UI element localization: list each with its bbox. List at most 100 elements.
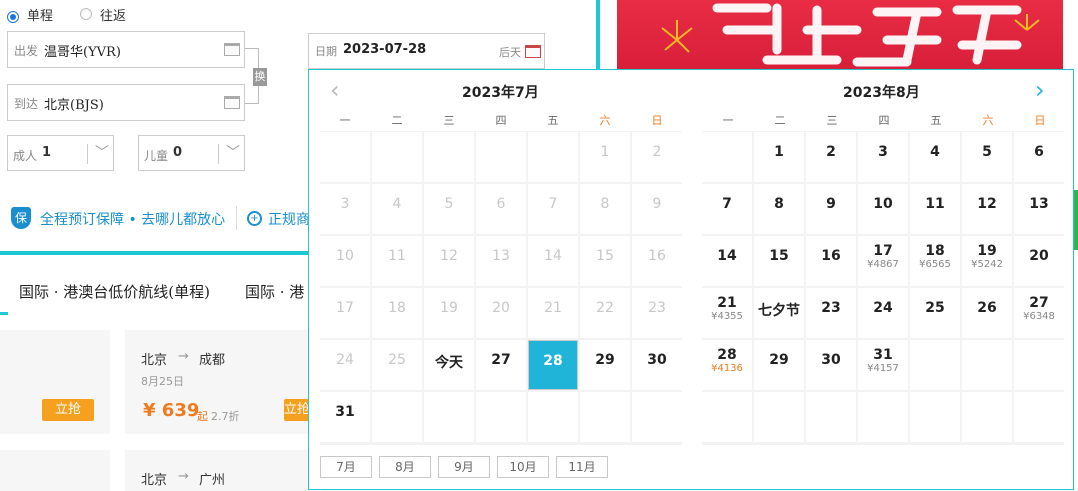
route-from: 北京 bbox=[141, 473, 168, 488]
day-cell[interactable]: 19 ¥5242 bbox=[962, 236, 1012, 286]
day-number: 3 bbox=[878, 144, 888, 160]
side-tab[interactable] bbox=[1074, 190, 1078, 250]
day-cell: 7 bbox=[528, 184, 578, 234]
prev-month-arrow[interactable]: ‹ bbox=[330, 78, 340, 102]
day-cell[interactable]: 29 bbox=[754, 340, 804, 390]
empty-cell bbox=[424, 392, 474, 442]
from-field[interactable]: 出发 温哥华(YVR) bbox=[7, 31, 245, 68]
section-divider bbox=[596, 0, 600, 69]
month-shortcut-button[interactable]: 10月 bbox=[497, 456, 549, 478]
city-list-icon[interactable] bbox=[224, 96, 240, 109]
roundtrip-label[interactable]: 往返 bbox=[100, 5, 126, 24]
day-cell[interactable]: 16 bbox=[806, 236, 856, 286]
day-price: ¥4136 bbox=[711, 363, 743, 374]
divider bbox=[218, 144, 219, 164]
day-cell[interactable]: 9 bbox=[806, 184, 856, 234]
empty-cell bbox=[476, 132, 526, 182]
day-cell[interactable]: 6 bbox=[1014, 132, 1064, 182]
day-cell[interactable]: 3 bbox=[858, 132, 908, 182]
child-select[interactable]: 儿童 0 ﹀ bbox=[138, 135, 245, 171]
day-cell: 14 bbox=[528, 236, 578, 286]
oneway-label[interactable]: 单程 bbox=[27, 5, 53, 24]
day-cell[interactable]: 11 bbox=[910, 184, 960, 234]
day-cell[interactable]: 26 bbox=[962, 288, 1012, 338]
day-cell[interactable]: 24 bbox=[858, 288, 908, 338]
day-cell[interactable]: 18 ¥6565 bbox=[910, 236, 960, 286]
calendar-icon[interactable] bbox=[525, 45, 541, 58]
day-cell[interactable]: 25 bbox=[910, 288, 960, 338]
day-number: 24 bbox=[873, 300, 893, 316]
empty-cell bbox=[962, 392, 1012, 442]
swap-button[interactable]: 换 bbox=[253, 68, 267, 86]
day-cell[interactable]: 21 ¥4355 bbox=[702, 288, 752, 338]
empty-cell bbox=[632, 392, 682, 442]
next-month-arrow[interactable]: › bbox=[1035, 78, 1045, 102]
route-date: 8月25日 bbox=[141, 375, 184, 388]
route-card[interactable]: 北京 → 成都 8月25日 ¥ 639 起 2.7折 立抢 bbox=[125, 330, 310, 434]
month-shortcut-button[interactable]: 8月 bbox=[379, 456, 431, 478]
day-cell[interactable]: 七夕节 bbox=[754, 288, 804, 338]
day-number: 21 bbox=[544, 300, 562, 316]
roundtrip-radio[interactable] bbox=[80, 8, 92, 20]
day-cell[interactable]: 7 bbox=[702, 184, 752, 234]
day-number: 28 bbox=[717, 347, 737, 363]
day-number: 21 bbox=[717, 295, 737, 311]
adult-label: 成人 bbox=[13, 149, 38, 163]
day-cell[interactable]: 28 ¥4136 bbox=[702, 340, 752, 390]
day-cell[interactable]: 23 bbox=[806, 288, 856, 338]
adult-select[interactable]: 成人 1 ﹀ bbox=[7, 135, 114, 171]
day-cell[interactable]: 31 bbox=[320, 392, 370, 442]
day-cell[interactable]: 29 bbox=[580, 340, 630, 390]
month-shortcut-button[interactable]: 9月 bbox=[438, 456, 490, 478]
to-field[interactable]: 到达 北京(BJS) bbox=[7, 84, 245, 121]
day-cell[interactable]: 1 bbox=[754, 132, 804, 182]
day-cell[interactable]: 2 bbox=[806, 132, 856, 182]
day-cell[interactable]: 20 bbox=[1014, 236, 1064, 286]
day-cell[interactable]: 12 bbox=[962, 184, 1012, 234]
day-cell[interactable]: 5 bbox=[962, 132, 1012, 182]
day-cell[interactable]: 27 ¥6348 bbox=[1014, 288, 1064, 338]
day-cell[interactable]: 今天 bbox=[424, 340, 474, 390]
route-card[interactable] bbox=[0, 450, 110, 491]
day-number: 3 bbox=[340, 196, 350, 212]
day-cell[interactable]: 27 bbox=[476, 340, 526, 390]
city-list-icon[interactable] bbox=[224, 43, 240, 56]
oneway-radio[interactable] bbox=[7, 11, 19, 23]
day-number: 27 bbox=[491, 352, 511, 368]
day-cell[interactable]: 8 bbox=[754, 184, 804, 234]
empty-cell bbox=[528, 392, 578, 442]
empty-cell bbox=[806, 392, 856, 442]
month-shortcut-button[interactable]: 7月 bbox=[320, 456, 372, 478]
day-cell[interactable]: 30 bbox=[806, 340, 856, 390]
day-number: 27 bbox=[1029, 295, 1049, 311]
day-cell[interactable]: 10 bbox=[858, 184, 908, 234]
weekday-label: 五 bbox=[930, 114, 942, 127]
empty-cell bbox=[962, 340, 1012, 390]
tab-intl-2[interactable]: 国际 · 港 bbox=[245, 281, 304, 302]
chevron-down-icon[interactable]: ﹀ bbox=[95, 142, 109, 162]
tab-intl-lowfare[interactable]: 国际 · 港澳台低价航线(单程) bbox=[19, 281, 210, 302]
buy-button[interactable]: 立抢 bbox=[42, 399, 94, 421]
day-cell[interactable]: 30 bbox=[632, 340, 682, 390]
day-cell[interactable]: 13 bbox=[1014, 184, 1064, 234]
day-cell[interactable]: 15 bbox=[754, 236, 804, 286]
promo-banner[interactable] bbox=[617, 0, 1063, 69]
route-card[interactable]: 北京 → 广州 bbox=[125, 450, 310, 491]
day-number: 31 bbox=[335, 404, 355, 420]
day-cell[interactable]: 14 bbox=[702, 236, 752, 286]
route-to: 成都 bbox=[199, 353, 226, 368]
day-number: 9 bbox=[652, 196, 662, 212]
day-number: 七夕节 bbox=[758, 303, 800, 319]
day-cell: 5 bbox=[424, 184, 474, 234]
buy-button[interactable]: 立抢 bbox=[284, 399, 310, 421]
day-price: ¥5242 bbox=[971, 259, 1003, 270]
date-field[interactable]: 日期 2023-07-28 后天 bbox=[308, 33, 545, 69]
day-cell[interactable]: 4 bbox=[910, 132, 960, 182]
day-cell[interactable]: 31 ¥4157 bbox=[858, 340, 908, 390]
selected-day-cell[interactable]: 28 bbox=[528, 340, 578, 390]
day-number: 20 bbox=[492, 300, 510, 316]
day-number: 18 bbox=[388, 300, 406, 316]
chevron-down-icon[interactable]: ﹀ bbox=[226, 142, 240, 162]
day-cell[interactable]: 17 ¥4867 bbox=[858, 236, 908, 286]
month-shortcut-button[interactable]: 11月 bbox=[556, 456, 608, 478]
